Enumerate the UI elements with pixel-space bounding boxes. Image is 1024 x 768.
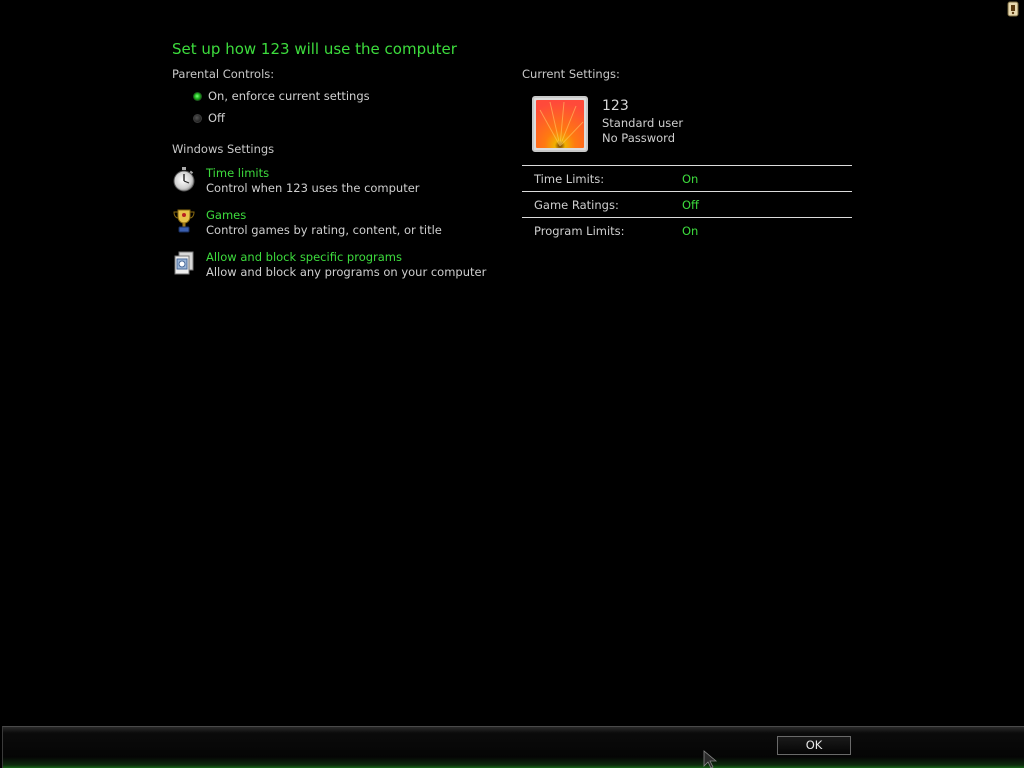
radio-on[interactable]: On, enforce current settings [193, 89, 370, 103]
user-account-type: Standard user [602, 116, 684, 130]
mouse-cursor-icon [703, 750, 718, 768]
setting-programs: Allow and block specific programs Allow … [172, 250, 486, 280]
setting-time-limits: Time limits Control when 123 uses the co… [172, 166, 420, 196]
stopwatch-icon [173, 167, 195, 192]
user-info: 123 Standard user No Password [602, 99, 683, 146]
radio-off[interactable]: Off [193, 111, 225, 125]
programs-description: Allow and block any programs on your com… [206, 265, 487, 279]
parental-controls-label: Parental Controls: [172, 67, 275, 81]
games-description: Control games by rating, content, or tit… [206, 223, 442, 237]
user-password-status: No Password [602, 131, 676, 145]
parental-controls-window: Set up how 123 will use the computer Par… [0, 0, 1024, 768]
settings-row-key: Game Ratings: [534, 198, 619, 212]
settings-row-value: On [682, 224, 699, 238]
radio-button-selected[interactable] [193, 91, 202, 101]
settings-row-key: Program Limits: [534, 224, 625, 238]
user-avatar [532, 96, 588, 152]
settings-row-program-limits: Program Limits: On [522, 217, 852, 243]
settings-row-value: Off [682, 198, 699, 212]
radio-button-unselected[interactable] [193, 113, 202, 123]
current-settings-table: Time Limits: On Game Ratings: Off Progra… [522, 165, 852, 243]
user-name: 123 [602, 98, 629, 114]
radio-on-label[interactable]: On, enforce current settings [208, 89, 370, 103]
setting-games: Games Control games by rating, content, … [172, 208, 442, 238]
settings-row-time-limits: Time Limits: On [522, 165, 852, 191]
settings-row-value: On [682, 172, 699, 186]
current-settings-label: Current Settings: [522, 67, 620, 81]
radio-off-label[interactable]: Off [208, 111, 225, 125]
window-corner-icon[interactable] [1005, 1, 1021, 17]
flower-picture-icon [536, 100, 584, 148]
programs-icon [174, 251, 194, 275]
time-limits-link[interactable]: Time limits [206, 166, 420, 181]
programs-link[interactable]: Allow and block specific programs [206, 250, 486, 265]
settings-row-key: Time Limits: [534, 172, 605, 186]
ok-button[interactable]: OK [777, 736, 851, 755]
page-title: Set up how 123 will use the computer [172, 40, 457, 58]
trophy-icon [173, 209, 195, 233]
windows-settings-label: Windows Settings [172, 142, 275, 156]
footer-bar [2, 726, 1024, 768]
time-limits-description: Control when 123 uses the computer [206, 181, 420, 195]
settings-row-game-ratings: Game Ratings: Off [522, 191, 852, 217]
games-link[interactable]: Games [206, 208, 442, 223]
